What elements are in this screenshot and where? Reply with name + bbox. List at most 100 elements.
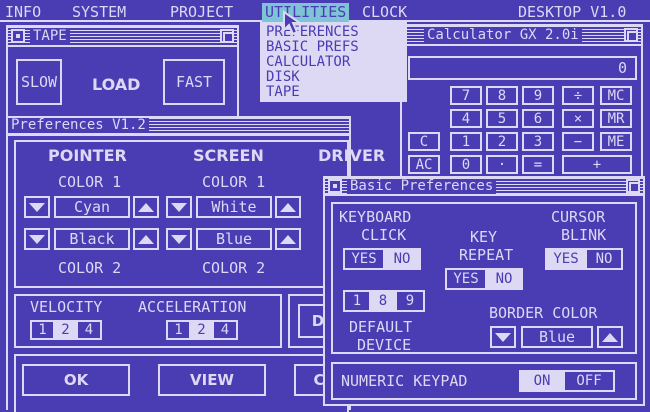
menu-item-disk[interactable]: DISK <box>266 70 300 85</box>
menu-item-basic-prefs[interactable]: BASIC PREFS <box>266 40 359 55</box>
pointer-color2-label: COLOR 2 <box>58 259 122 277</box>
screen-color1-down[interactable] <box>166 196 192 218</box>
pointer-color1-down[interactable] <box>24 196 50 218</box>
border-color-up[interactable] <box>597 326 623 348</box>
key-c[interactable]: C <box>408 132 440 151</box>
pointer-color2-up[interactable] <box>133 228 159 250</box>
key-me[interactable]: ME <box>600 132 632 151</box>
border-color-value: Blue <box>521 326 593 348</box>
velocity-label: VELOCITY <box>30 298 103 316</box>
ok-button[interactable]: OK <box>22 364 130 396</box>
acceleration-selector[interactable]: 1 2 4 <box>166 320 238 340</box>
close-icon[interactable] <box>328 179 342 193</box>
device-option-9[interactable]: 9 <box>397 292 423 310</box>
key-4[interactable]: 4 <box>450 109 482 128</box>
device-option-1[interactable]: 1 <box>345 292 371 310</box>
screen-color2-label: COLOR 2 <box>202 259 266 277</box>
key-repeat-yes[interactable]: YES <box>447 270 487 288</box>
calculator-titlebar[interactable]: Calculator GX 2.0i <box>402 26 641 46</box>
key-multiply[interactable]: × <box>562 109 594 128</box>
screen-color1-up[interactable] <box>275 196 301 218</box>
view-button[interactable]: VIEW <box>158 364 266 396</box>
fast-button[interactable]: FAST <box>163 59 225 105</box>
pointer-color1-label: COLOR 1 <box>58 173 122 191</box>
velocity-selector[interactable]: 1 2 4 <box>30 320 102 340</box>
zoom-icon[interactable] <box>626 179 640 193</box>
keyboard-click-toggle[interactable]: YES NO <box>343 248 421 270</box>
chevron-down-icon <box>495 332 511 342</box>
basic-preferences-titlebar[interactable]: Basic Preferences <box>325 178 643 196</box>
chevron-up-icon <box>280 202 296 212</box>
key-mc[interactable]: MC <box>600 86 632 105</box>
key-7[interactable]: 7 <box>450 86 482 105</box>
numeric-keypad-toggle[interactable]: ON OFF <box>519 370 615 392</box>
key-plus[interactable]: + <box>562 155 632 174</box>
tape-window: TAPE SLOW LOAD FAST <box>6 25 239 120</box>
menu-project[interactable]: PROJECT <box>170 5 233 20</box>
pointer-color2-down[interactable] <box>24 228 50 250</box>
key-equals[interactable]: = <box>522 155 554 174</box>
acceleration-option-2[interactable]: 2 <box>191 322 214 338</box>
key-repeat-toggle[interactable]: YES NO <box>445 268 523 290</box>
preferences-titlebar[interactable]: Preferences V1.2 <box>8 118 349 136</box>
pointer-color1-up[interactable] <box>133 196 159 218</box>
tape-titlebar[interactable]: TAPE <box>8 27 237 47</box>
basic-preferences-title: Basic Preferences <box>347 179 497 194</box>
menu-system[interactable]: SYSTEM <box>72 5 126 20</box>
close-icon[interactable] <box>11 29 25 43</box>
default-device-selector[interactable]: 1 8 9 <box>343 290 425 312</box>
numeric-keypad-on[interactable]: ON <box>521 372 565 390</box>
keyboard-click-yes[interactable]: YES <box>345 250 385 268</box>
key-5[interactable]: 5 <box>486 109 518 128</box>
menu-clock[interactable]: CLOCK <box>362 5 407 20</box>
border-color-down[interactable] <box>490 326 516 348</box>
key-repeat-no[interactable]: NO <box>487 270 521 288</box>
screen-label: SCREEN <box>193 146 264 165</box>
key-ac[interactable]: AC <box>408 155 440 174</box>
key-minus[interactable]: − <box>562 132 594 151</box>
chevron-down-icon <box>29 234 45 244</box>
zoom-icon[interactable] <box>220 29 234 43</box>
chevron-down-icon <box>171 234 187 244</box>
zoom-icon[interactable] <box>624 28 638 42</box>
key-2[interactable]: 2 <box>486 132 518 151</box>
numeric-keypad-off[interactable]: OFF <box>565 372 613 390</box>
slow-button[interactable]: SLOW <box>16 59 62 105</box>
key-1[interactable]: 1 <box>450 132 482 151</box>
driver-label: DRIVER <box>318 146 386 165</box>
key-mr[interactable]: MR <box>600 109 632 128</box>
velocity-option-4[interactable]: 4 <box>78 322 100 338</box>
key-divide[interactable]: ÷ <box>562 86 594 105</box>
acceleration-option-4[interactable]: 4 <box>214 322 236 338</box>
chevron-down-icon <box>29 202 45 212</box>
velocity-option-2[interactable]: 2 <box>55 322 78 338</box>
screen-color2-up[interactable] <box>275 228 301 250</box>
key-decimal[interactable]: · <box>486 155 518 174</box>
key-repeat-label-2: REPEAT <box>459 246 514 264</box>
key-6[interactable]: 6 <box>522 109 554 128</box>
key-3[interactable]: 3 <box>522 132 554 151</box>
key-repeat-label-1: KEY <box>470 228 498 246</box>
menu-utilities[interactable]: UTILITIES <box>262 3 350 22</box>
velocity-option-1[interactable]: 1 <box>32 322 55 338</box>
device-option-8[interactable]: 8 <box>371 292 397 310</box>
screen-color2-down[interactable] <box>166 228 192 250</box>
menu-item-preferences[interactable]: PREFERENCES <box>266 25 359 40</box>
key-8[interactable]: 8 <box>486 86 518 105</box>
pointer-color1-value: Cyan <box>54 196 130 218</box>
calculator-display: 0 <box>408 56 637 80</box>
pointer-color2-value: Black <box>54 228 130 250</box>
menu-item-calculator[interactable]: CALCULATOR <box>266 55 350 70</box>
calculator-window: Calculator GX 2.0i 0 7 8 9 ÷ MC 4 5 6 × … <box>400 24 643 184</box>
border-color-label: BORDER COLOR <box>489 304 598 322</box>
key-0[interactable]: 0 <box>450 155 482 174</box>
acceleration-label: ACCELERATION <box>138 298 247 316</box>
key-9[interactable]: 9 <box>522 86 554 105</box>
menu-item-tape[interactable]: TAPE <box>266 85 300 100</box>
cursor-blink-yes[interactable]: YES <box>547 250 587 268</box>
menu-info[interactable]: INFO <box>5 5 41 20</box>
cursor-blink-no[interactable]: NO <box>587 250 621 268</box>
acceleration-option-1[interactable]: 1 <box>168 322 191 338</box>
keyboard-click-no[interactable]: NO <box>385 250 419 268</box>
cursor-blink-toggle[interactable]: YES NO <box>545 248 623 270</box>
